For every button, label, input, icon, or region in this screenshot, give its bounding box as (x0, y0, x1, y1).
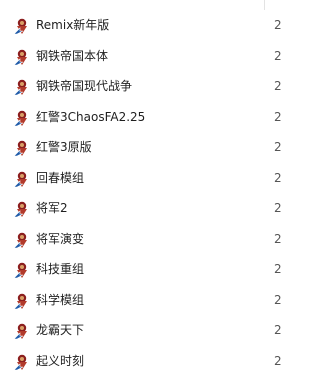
item-label: Remix新年版 (36, 18, 110, 32)
game-shortcut-icon (13, 261, 31, 279)
item-label: 龙霸天下 (36, 323, 85, 337)
item-count: 2 (274, 323, 282, 337)
list-item[interactable]: 将军演变 2 (0, 224, 282, 255)
list-item[interactable]: 科技重组 2 (0, 254, 282, 285)
item-label: 科技重组 (36, 262, 85, 276)
game-shortcut-icon (13, 48, 31, 66)
list-item[interactable]: 回春模组 2 (0, 163, 282, 194)
item-count: 2 (274, 201, 282, 215)
game-shortcut-icon (13, 139, 31, 157)
item-count: 2 (274, 140, 282, 154)
item-label: 红警3原版 (36, 140, 92, 154)
list-item[interactable]: 起义时刻 2 (0, 346, 282, 377)
item-count: 2 (274, 48, 282, 63)
item-count: 2 (274, 18, 282, 32)
list-item[interactable]: 将军2 2 (0, 193, 282, 224)
game-shortcut-icon (13, 17, 31, 35)
item-label: 回春模组 (36, 170, 85, 185)
list-item[interactable]: 龙霸天下 2 (0, 315, 282, 346)
game-shortcut-icon (13, 109, 31, 127)
item-count: 2 (274, 262, 282, 276)
list-item[interactable]: 红警3原版 2 (0, 132, 282, 163)
item-label: 钢铁帝国现代战争 (36, 79, 133, 93)
item-count: 2 (274, 231, 282, 246)
game-shortcut-icon (13, 292, 31, 310)
list-item[interactable]: Remix新年版 2 (0, 10, 282, 41)
item-count: 2 (274, 170, 282, 185)
folder-list: Remix新年版 2 钢铁帝国本体 2 钢铁帝国现代战争 2 红警3ChaosF… (0, 0, 282, 376)
game-shortcut-icon (13, 78, 31, 96)
item-label: 科学模组 (36, 292, 85, 307)
item-label: 将军2 (36, 201, 68, 215)
game-shortcut-icon (13, 170, 31, 188)
item-count: 2 (274, 353, 282, 368)
item-label: 钢铁帝国本体 (36, 48, 109, 63)
game-shortcut-icon (13, 322, 31, 340)
game-shortcut-icon (13, 353, 31, 371)
item-label: 红警3ChaosFA2.25 (36, 109, 146, 124)
item-count: 2 (274, 109, 282, 124)
game-shortcut-icon (13, 231, 31, 249)
list-item[interactable]: 科学模组 2 (0, 285, 282, 316)
item-count: 2 (274, 79, 282, 93)
list-item[interactable]: 红警3ChaosFA2.25 2 (0, 102, 282, 133)
game-shortcut-icon (13, 200, 31, 218)
item-label: 将军演变 (36, 231, 85, 246)
item-label: 起义时刻 (36, 353, 85, 368)
list-item[interactable]: 钢铁帝国现代战争 2 (0, 71, 282, 102)
item-count: 2 (274, 292, 282, 307)
list-item[interactable]: 钢铁帝国本体 2 (0, 41, 282, 72)
